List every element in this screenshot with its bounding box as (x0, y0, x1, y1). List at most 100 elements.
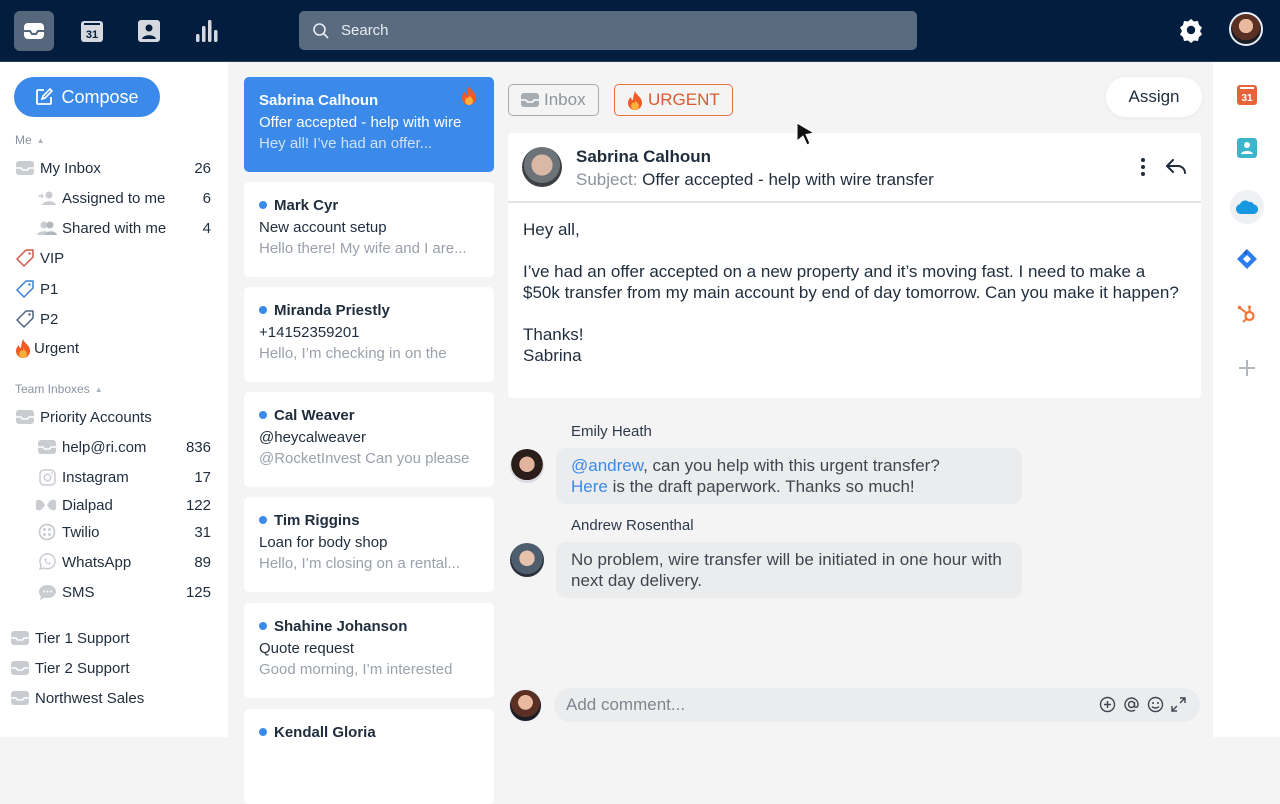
conversation-subject: Offer accepted - help with wire (259, 114, 462, 131)
sidebar-item-sms[interactable]: SMS 125 (0, 579, 228, 605)
tag-icon (15, 309, 35, 328)
conversation-item[interactable]: Mark Cyr New account setup Hello there! … (244, 182, 494, 277)
conversation-item[interactable]: Tim Riggins Loan for body shop Hello, I’… (244, 497, 494, 592)
reply-icon[interactable] (1165, 159, 1187, 175)
sidebar-item-northwest-sales[interactable]: Northwest Sales (0, 685, 228, 711)
sidebar-item-instagram[interactable]: Instagram 17 (0, 464, 228, 490)
team-inboxes-header[interactable]: Team Inboxes ▲ (15, 382, 103, 396)
conversation-preview: Good morning, I’m interested (259, 661, 453, 678)
conversation-item[interactable]: Kendall Gloria (244, 709, 494, 804)
sidebar-tag-p1[interactable]: P1 (0, 276, 228, 302)
compose-label: Compose (61, 86, 139, 107)
sidebar-item-label: SMS (62, 583, 95, 601)
sidebar-item-my-inbox[interactable]: My Inbox 26 (0, 155, 228, 181)
add-attachment-icon[interactable] (1099, 696, 1116, 713)
subject-label: Subject: (576, 170, 638, 189)
subject-text: Offer accepted - help with wire transfer (642, 170, 934, 189)
sidebar-item-count: 836 (185, 438, 211, 456)
unread-dot (259, 622, 267, 630)
inbox-icon (15, 408, 35, 426)
unread-dot (259, 516, 267, 524)
assign-button[interactable]: Assign (1106, 77, 1202, 117)
sidebar-item-whatsapp[interactable]: WhatsApp 89 (0, 549, 228, 575)
calendar-app-icon[interactable]: 31 (1235, 82, 1259, 106)
fire-icon (13, 338, 33, 358)
nav-contacts-button[interactable] (129, 11, 169, 51)
comment-author: Andrew Rosenthal (571, 517, 694, 534)
search-icon (313, 22, 329, 39)
sidebar-item-help-email[interactable]: help@ri.com 836 (0, 434, 228, 460)
conversation-subject: +14152359201 (259, 324, 360, 341)
compose-button[interactable]: Compose (14, 77, 160, 117)
sidebar-tag-urgent[interactable]: Urgent (0, 335, 228, 361)
sidebar-item-label: Shared with me (62, 219, 167, 237)
sidebar-item-count: 122 (185, 496, 211, 514)
urgent-tag-button[interactable]: URGENT (614, 84, 733, 116)
conversation-list: Sabrina Calhoun Offer accepted - help wi… (228, 62, 508, 804)
caret-up-icon: ▲ (36, 135, 45, 145)
sidebar-item-assigned-to-me[interactable]: Assigned to me 6 (0, 185, 228, 211)
email-icon (37, 438, 57, 456)
conversation-preview: Hello there! My wife and I are... (259, 240, 467, 257)
sidebar-item-twilio[interactable]: Twilio 31 (0, 519, 228, 545)
mention-icon[interactable] (1123, 696, 1140, 713)
nav-inbox-button[interactable] (14, 11, 54, 51)
compose-icon (36, 88, 54, 105)
sidebar-item-label: Priority Accounts (40, 408, 152, 426)
sidebar-item-tier-1-support[interactable]: Tier 1 Support (0, 625, 228, 651)
nav-calendar-button[interactable]: 31 (72, 11, 112, 51)
comment-placeholder: Add comment... (566, 695, 686, 714)
conversation-item[interactable]: Cal Weaver @heycalweaver @RocketInvest C… (244, 392, 494, 487)
unread-dot (259, 306, 267, 314)
comment-input[interactable]: Add comment... (554, 688, 1200, 722)
me-section-label: Me (15, 133, 32, 147)
urgent-tag-label: URGENT (648, 90, 720, 109)
message-paragraph: I’ve had an offer accepted on a new prop… (523, 262, 1179, 302)
sidebar-item-dialpad[interactable]: Dialpad 122 (0, 492, 228, 518)
sidebar-item-tier-2-support[interactable]: Tier 2 Support (0, 655, 228, 681)
conversation-sender: Cal Weaver (274, 406, 355, 424)
user-avatar[interactable] (1229, 12, 1263, 46)
expand-icon[interactable] (1171, 697, 1186, 712)
conversation-preview: @RocketInvest Can you please (259, 450, 470, 467)
more-options-icon[interactable] (1140, 157, 1146, 177)
conversation-item[interactable]: Shahine Johanson Quote request Good morn… (244, 603, 494, 698)
sidebar-item-count: 26 (194, 159, 211, 177)
sidebar-item-label: Urgent (34, 339, 80, 357)
sidebar-item-label: Assigned to me (62, 189, 166, 207)
inbox-tag-button[interactable]: Inbox (508, 84, 599, 116)
search-placeholder: Search (341, 22, 389, 39)
conversation-item-selected[interactable]: Sabrina Calhoun Offer accepted - help wi… (244, 77, 494, 172)
sidebar-item-label: VIP (40, 249, 65, 267)
sidebar-item-label: WhatsApp (62, 553, 132, 571)
salesforce-icon[interactable] (1230, 190, 1264, 224)
sidebar-item-count: 4 (202, 219, 211, 237)
sidebar-item-shared-with-me[interactable]: Shared with me 4 (0, 215, 228, 241)
gear-icon[interactable] (1178, 17, 1204, 43)
sidebar-item-label: Dialpad (62, 496, 113, 514)
message-subject: Subject: Offer accepted - help with wire… (576, 170, 934, 190)
comment-avatar (510, 543, 544, 577)
sidebar-tag-vip[interactable]: VIP (0, 245, 228, 271)
unread-dot (259, 411, 267, 419)
mouse-cursor-icon (796, 122, 816, 146)
analytics-icon (196, 20, 218, 42)
nav-analytics-button[interactable] (187, 11, 227, 51)
hubspot-icon[interactable] (1235, 302, 1259, 326)
mention-link[interactable]: @andrew (571, 456, 643, 475)
inbox-icon (521, 93, 539, 107)
emoji-icon[interactable] (1147, 696, 1164, 713)
sidebar-item-priority-accounts[interactable]: Priority Accounts (0, 404, 228, 430)
paperwork-link[interactable]: Here (571, 477, 608, 496)
add-app-icon[interactable] (1235, 356, 1259, 380)
me-section-header[interactable]: Me ▲ (15, 133, 45, 147)
sidebar-item-label: Northwest Sales (35, 689, 145, 707)
message-card: Sabrina Calhoun Subject: Offer accepted … (508, 133, 1201, 398)
message-header: Sabrina Calhoun Subject: Offer accepted … (508, 133, 1201, 203)
message-body: Hey all, I’ve had an offer accepted on a… (508, 203, 1201, 403)
sidebar-tag-p2[interactable]: P2 (0, 306, 228, 332)
jira-icon[interactable] (1235, 247, 1259, 271)
conversation-item[interactable]: Miranda Priestly +14152359201 Hello, I’m… (244, 287, 494, 382)
search-input[interactable]: Search (299, 11, 917, 50)
contacts-app-icon[interactable] (1235, 136, 1259, 160)
